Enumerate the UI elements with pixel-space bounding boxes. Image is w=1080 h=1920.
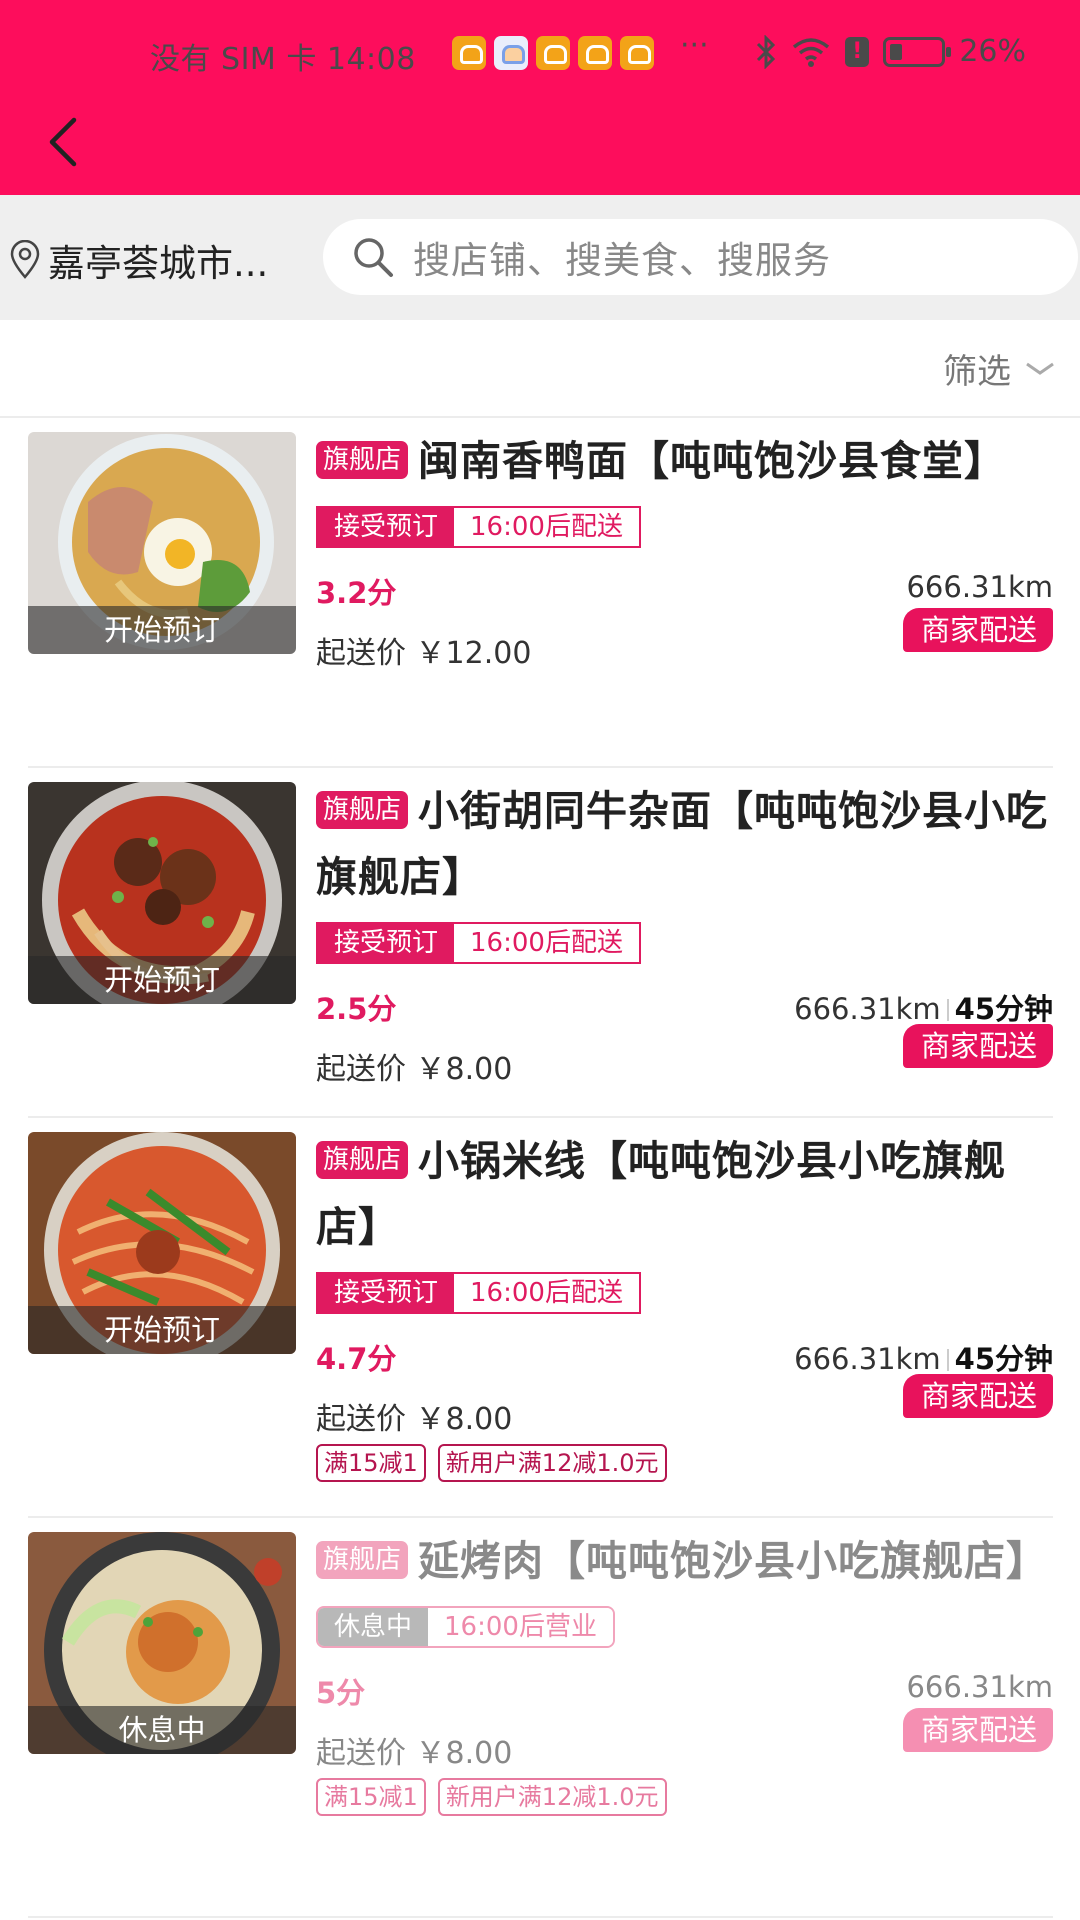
shop-score: 4.7分	[316, 1342, 397, 1376]
shop-distance-line: 666.31km 45分钟	[794, 1336, 1053, 1378]
shop-card[interactable]: 开始预订 旗舰店 闽南香鸭面【吨吨饱沙县食堂】 接受预订 16:00后配送 3.2…	[28, 418, 1053, 768]
status-tag-primary: 接受预订	[318, 508, 455, 546]
shop-thumbnail: 休息中	[28, 1532, 296, 1754]
status-carrier-time: 没有 SIM 卡 14:08	[150, 42, 416, 77]
min-order-price: 起送价 ￥8.00	[316, 1052, 513, 1087]
shop-thumbnail: 开始预订	[28, 782, 296, 1004]
app-notification-icon	[536, 36, 570, 70]
min-order-price: 起送价 ￥8.00	[316, 1736, 513, 1771]
status-tag-secondary: 16:00后配送	[454, 1274, 639, 1312]
location-selector[interactable]: 嘉亭荟城市...	[8, 233, 268, 287]
delivery-time: 45分钟	[954, 1342, 1053, 1376]
status-tag-primary: 接受预订	[318, 1274, 455, 1312]
status-tag-secondary: 16:00后配送	[454, 508, 639, 546]
promo-tag: 满15减1	[316, 1444, 426, 1482]
shop-distance-line: 666.31km	[906, 1670, 1053, 1704]
shop-distance: 666.31km	[906, 570, 1053, 604]
location-pin-icon	[10, 240, 40, 279]
delivery-type-badge: 商家配送	[902, 1024, 1053, 1068]
delivery-type-badge: 商家配送	[902, 1374, 1053, 1418]
filter-button[interactable]: 筛选	[943, 344, 1055, 393]
order-status-tags: 接受预订 16:00后配送	[316, 922, 641, 964]
promo-tag: 满15减1	[316, 1778, 426, 1816]
shop-score: 5分	[316, 1676, 366, 1710]
back-button[interactable]	[40, 112, 90, 172]
battery-percent: 26%	[959, 34, 1026, 69]
order-status-tags: 休息中 16:00后营业	[316, 1606, 615, 1648]
shop-status-badge: 开始预订	[28, 1306, 296, 1354]
delivery-type-badge: 商家配送	[902, 608, 1053, 652]
order-status-tags: 接受预订 16:00后配送	[316, 506, 641, 548]
shop-name-line: 旗舰店 延烤肉【吨吨饱沙县小吃旗舰店】	[316, 1528, 1053, 1594]
shop-card[interactable]: 开始预订 旗舰店 小锅米线【吨吨饱沙县小吃旗舰店】 接受预订 16:00后配送 4…	[28, 1118, 1053, 1518]
flagship-badge: 旗舰店	[316, 791, 409, 829]
shop-distance: 666.31km	[794, 992, 941, 1026]
search-bar: 嘉亭荟城市... 搜店铺、搜美食、搜服务	[0, 195, 1080, 320]
more-notifications-icon: ···	[680, 28, 709, 63]
shop-status-badge: 开始预订	[28, 956, 296, 1004]
promo-row: 满15减1 新用户满12减1.0元	[316, 1778, 1053, 1816]
status-tag-secondary: 16:00后配送	[454, 924, 639, 962]
status-bar: 没有 SIM 卡 14:08 ··· ! 26%	[0, 28, 1080, 77]
flagship-badge: 旗舰店	[316, 441, 409, 479]
status-tag-secondary: 16:00后营业	[428, 1608, 613, 1646]
shop-name: 延烤肉【吨吨饱沙县小吃旗舰店】	[418, 1537, 1049, 1585]
header: 没有 SIM 卡 14:08 ··· ! 26%	[0, 0, 1080, 195]
app-notification-icon	[452, 36, 486, 70]
bluetooth-icon	[757, 34, 776, 69]
chevron-down-icon	[1026, 362, 1054, 375]
shop-distance-line: 666.31km	[906, 570, 1053, 604]
shop-name-line: 旗舰店 小街胡同牛杂面【吨吨饱沙县小吃旗舰店】	[316, 778, 1053, 910]
shop-card[interactable]: 开始预订 旗舰店 小街胡同牛杂面【吨吨饱沙县小吃旗舰店】 接受预订 16:00后配…	[28, 768, 1053, 1118]
status-tag-primary: 接受预订	[318, 924, 455, 962]
shop-card[interactable]: 休息中 旗舰店 延烤肉【吨吨饱沙县小吃旗舰店】 休息中 16:00后营业 5分 6…	[28, 1518, 1053, 1918]
shop-status-badge: 休息中	[28, 1706, 296, 1754]
delivery-time: 45分钟	[954, 992, 1053, 1026]
search-icon	[354, 238, 393, 277]
shop-name: 闽南香鸭面【吨吨饱沙县食堂】	[418, 437, 1007, 485]
status-tag-primary: 休息中	[318, 1608, 429, 1646]
shop-thumbnail: 开始预订	[28, 432, 296, 654]
shop-status-badge: 开始预订	[28, 606, 296, 654]
status-indicators: ! 26%	[755, 34, 1026, 69]
min-order-price: 起送价 ￥12.00	[316, 636, 532, 671]
notification-icons	[452, 36, 654, 70]
shop-distance: 666.31km	[794, 1342, 941, 1376]
wifi-icon	[793, 37, 830, 67]
shop-distance: 666.31km	[906, 1670, 1053, 1704]
flagship-badge: 旗舰店	[316, 1541, 409, 1579]
battery-icon	[883, 36, 952, 67]
shop-name: 小街胡同牛杂面【吨吨饱沙县小吃旗舰店】	[316, 787, 1049, 901]
promo-tag: 新用户满12减1.0元	[437, 1778, 667, 1816]
alert-icon: !	[845, 36, 870, 67]
shop-name-line: 旗舰店 小锅米线【吨吨饱沙县小吃旗舰店】	[316, 1128, 1053, 1260]
shop-distance-line: 666.31km 45分钟	[794, 986, 1053, 1028]
delivery-type-badge: 商家配送	[902, 1708, 1053, 1752]
search-placeholder: 搜店铺、搜美食、搜服务	[413, 239, 831, 282]
divider	[946, 1349, 949, 1371]
filter-label: 筛选	[943, 352, 1011, 392]
order-status-tags: 接受预订 16:00后配送	[316, 1272, 641, 1314]
flagship-badge: 旗舰店	[316, 1141, 409, 1179]
promo-row: 满15减1 新用户满12减1.0元	[316, 1444, 1053, 1482]
shop-score: 3.2分	[316, 576, 397, 610]
min-order-price: 起送价 ￥8.00	[316, 1402, 513, 1437]
location-label: 嘉亭荟城市...	[48, 242, 269, 285]
filter-row: 筛选	[0, 320, 1080, 418]
divider	[946, 999, 949, 1021]
app-notification-icon	[620, 36, 654, 70]
shop-name-line: 旗舰店 闽南香鸭面【吨吨饱沙县食堂】	[316, 428, 1053, 494]
shop-name: 小锅米线【吨吨饱沙县小吃旗舰店】	[316, 1137, 1007, 1251]
promo-tag: 新用户满12减1.0元	[437, 1444, 667, 1482]
search-input[interactable]: 搜店铺、搜美食、搜服务	[323, 219, 1078, 295]
shop-thumbnail: 开始预订	[28, 1132, 296, 1354]
shop-score: 2.5分	[316, 992, 397, 1026]
cloud-notification-icon	[494, 36, 528, 70]
app-notification-icon	[578, 36, 612, 70]
shop-list: 开始预订 旗舰店 闽南香鸭面【吨吨饱沙县食堂】 接受预订 16:00后配送 3.2…	[0, 418, 1080, 1918]
